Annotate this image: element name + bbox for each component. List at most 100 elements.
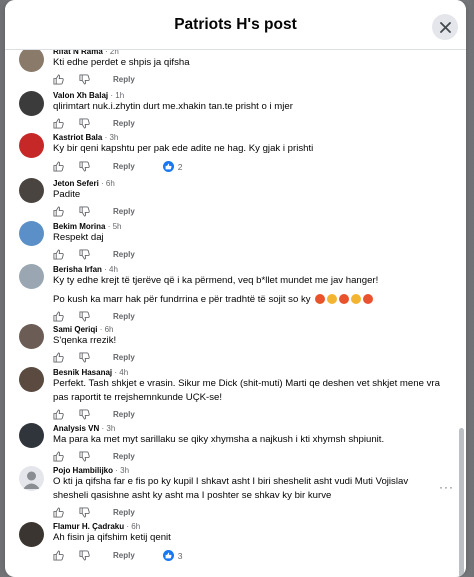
dislike-icon[interactable] xyxy=(79,409,90,420)
comment-author[interactable]: Sami Qeriqi xyxy=(53,325,97,334)
reaction-summary[interactable]: 2 xyxy=(162,161,183,172)
like-icon[interactable] xyxy=(53,507,64,518)
comment-author[interactable]: Berisha Irfan xyxy=(53,265,102,274)
comment-time[interactable]: 4h xyxy=(119,368,128,377)
comment-text: Perfekt. Tash shkjet e vrasin. Sikur me … xyxy=(53,378,440,389)
emoji-tired-icon xyxy=(327,294,338,305)
reply-button[interactable]: Reply xyxy=(113,162,135,171)
avatar[interactable] xyxy=(19,178,44,203)
comment-time[interactable]: 5h xyxy=(113,222,122,231)
comment-text: Ky bir qeni kapshtu per pak ede adite ne… xyxy=(53,143,314,154)
comment-author[interactable]: Jeton Seferi xyxy=(53,179,99,188)
comment-text-line: Po kush ka marr hak për fundrrina e për … xyxy=(53,293,374,307)
close-button[interactable] xyxy=(432,14,458,40)
comment-author[interactable]: Valon Xh Balaj xyxy=(53,91,108,100)
avatar[interactable] xyxy=(19,423,44,448)
comment-time[interactable]: 3h xyxy=(106,424,115,433)
dialog-header: Patriots H's post xyxy=(5,0,466,50)
comment-time[interactable]: 6h xyxy=(106,179,115,188)
dislike-icon[interactable] xyxy=(79,352,90,363)
emoji-angry-icon xyxy=(315,294,326,305)
comment-text-line: shesheli qasishne asht ky asht ma I posh… xyxy=(53,490,332,501)
comment-author[interactable]: Flamur H. Çadraku xyxy=(53,522,124,531)
like-icon[interactable] xyxy=(53,451,64,462)
reply-button[interactable]: Reply xyxy=(113,551,135,560)
reply-button[interactable]: Reply xyxy=(113,410,135,419)
avatar[interactable] xyxy=(19,324,44,349)
default-avatar-icon xyxy=(23,471,40,489)
dislike-icon[interactable] xyxy=(79,311,90,322)
like-reaction-icon xyxy=(162,161,174,172)
comment-author[interactable]: Analysis VN xyxy=(53,424,99,433)
reaction-count: 3 xyxy=(177,550,183,561)
like-icon[interactable] xyxy=(53,550,64,561)
comment-text: Ky ty edhe krejt të tjerëve që i ka përm… xyxy=(53,275,379,286)
comment-text: qlirimtart nuk.i.zhytin durt me.xhakin t… xyxy=(53,101,293,112)
avatar[interactable] xyxy=(19,466,44,491)
emoji-tired-icon xyxy=(351,294,362,305)
comment-author[interactable]: Kastriot Bala xyxy=(53,133,102,142)
reply-button[interactable]: Reply xyxy=(113,119,135,128)
dislike-icon[interactable] xyxy=(79,249,90,260)
comment-time[interactable]: 3h xyxy=(109,133,118,142)
avatar[interactable] xyxy=(19,522,44,547)
comment-actions: Reply xyxy=(53,352,135,363)
dislike-icon[interactable] xyxy=(79,118,90,129)
dialog-title: Patriots H's post xyxy=(174,15,297,33)
dislike-icon[interactable] xyxy=(79,550,90,561)
dislike-icon[interactable] xyxy=(79,451,90,462)
emoji-angry-icon xyxy=(339,294,350,305)
comment-time[interactable]: 3h xyxy=(120,466,129,475)
comment-text: Respekt daj xyxy=(53,232,104,243)
more-options-icon[interactable]: ··· xyxy=(439,480,454,494)
comment-time[interactable]: 1h xyxy=(115,91,124,100)
comment-actions: Reply 3 xyxy=(53,550,183,561)
reply-button[interactable]: Reply xyxy=(113,207,135,216)
like-icon[interactable] xyxy=(53,249,64,260)
reaction-summary[interactable]: 3 xyxy=(162,550,183,561)
dislike-icon[interactable] xyxy=(79,206,90,217)
comment-actions: Reply 2 xyxy=(53,161,183,172)
reply-button[interactable]: Reply xyxy=(113,353,135,362)
like-icon[interactable] xyxy=(53,161,64,172)
like-icon[interactable] xyxy=(53,352,64,363)
comment-actions: Reply xyxy=(53,74,135,85)
like-icon[interactable] xyxy=(53,118,64,129)
comment-actions: Reply xyxy=(53,409,135,420)
avatar[interactable] xyxy=(19,221,44,246)
like-icon[interactable] xyxy=(53,74,64,85)
reply-button[interactable]: Reply xyxy=(113,452,135,461)
avatar[interactable] xyxy=(19,133,44,158)
dislike-icon[interactable] xyxy=(79,161,90,172)
comment-text: O kti ja qifsha far e fis po ky kupil I … xyxy=(53,476,409,487)
avatar[interactable] xyxy=(19,264,44,289)
reply-button[interactable]: Reply xyxy=(113,312,135,321)
reply-button[interactable]: Reply xyxy=(113,508,135,517)
comment-time[interactable]: 4h xyxy=(109,265,118,274)
reply-button[interactable]: Reply xyxy=(113,75,135,84)
close-icon xyxy=(439,21,451,33)
comment-author[interactable]: Bekim Morina xyxy=(53,222,105,231)
comment-actions: Reply xyxy=(53,507,135,518)
dislike-icon[interactable] xyxy=(79,507,90,518)
comment-text: Padite xyxy=(53,189,81,200)
comment-text: Ah fisin ja qifshim ketij qenit xyxy=(53,532,171,543)
comment-time[interactable]: 6h xyxy=(131,522,140,531)
comment-text-line: pas raportit te rrejshemnkunde UÇK-se! xyxy=(53,392,223,403)
dislike-icon[interactable] xyxy=(79,74,90,85)
post-dialog: Patriots H's post Rifat N Rama · 2h Kti … xyxy=(5,0,466,577)
avatar[interactable] xyxy=(19,47,44,72)
reply-button[interactable]: Reply xyxy=(113,250,135,259)
comment-text: Kti edhe perdet e shpis ja qifsha xyxy=(53,57,190,68)
avatar[interactable] xyxy=(19,367,44,392)
comment-time[interactable]: 6h xyxy=(105,325,114,334)
like-icon[interactable] xyxy=(53,206,64,217)
emoji-angry-icon xyxy=(363,294,374,305)
avatar[interactable] xyxy=(19,91,44,116)
comment-actions: Reply xyxy=(53,118,135,129)
like-icon[interactable] xyxy=(53,311,64,322)
comment-author[interactable]: Besnik Hasanaj xyxy=(53,368,112,377)
like-icon[interactable] xyxy=(53,409,64,420)
comment-author[interactable]: Pojo Hambilijko xyxy=(53,466,113,475)
scrollbar-thumb[interactable] xyxy=(459,428,464,577)
